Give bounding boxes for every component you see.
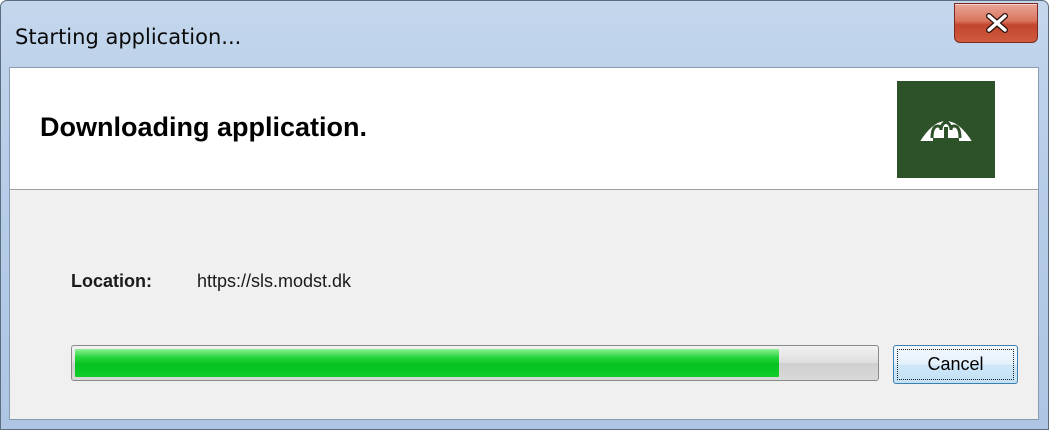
cancel-button-label: Cancel <box>927 354 984 374</box>
window-title: Starting application... <box>15 25 242 49</box>
progress-fill <box>75 349 779 377</box>
publisher-logo <box>897 81 995 178</box>
header-band: Downloading application. <box>10 68 1038 190</box>
cancel-button[interactable]: Cancel <box>893 345 1018 384</box>
title-bar[interactable]: Starting application... <box>1 1 1048 67</box>
app-window: Starting application... Downloading appl… <box>0 0 1049 430</box>
location-value: https://sls.modst.dk <box>197 271 352 291</box>
download-progress-bar <box>71 345 879 381</box>
location-label: Location: <box>71 271 152 291</box>
page-title: Downloading application. <box>40 112 367 142</box>
close-icon <box>986 13 1008 33</box>
dialog-body: Downloading application. Location: https… <box>9 67 1039 420</box>
crown-icon <box>919 118 973 144</box>
close-button[interactable] <box>954 3 1038 43</box>
